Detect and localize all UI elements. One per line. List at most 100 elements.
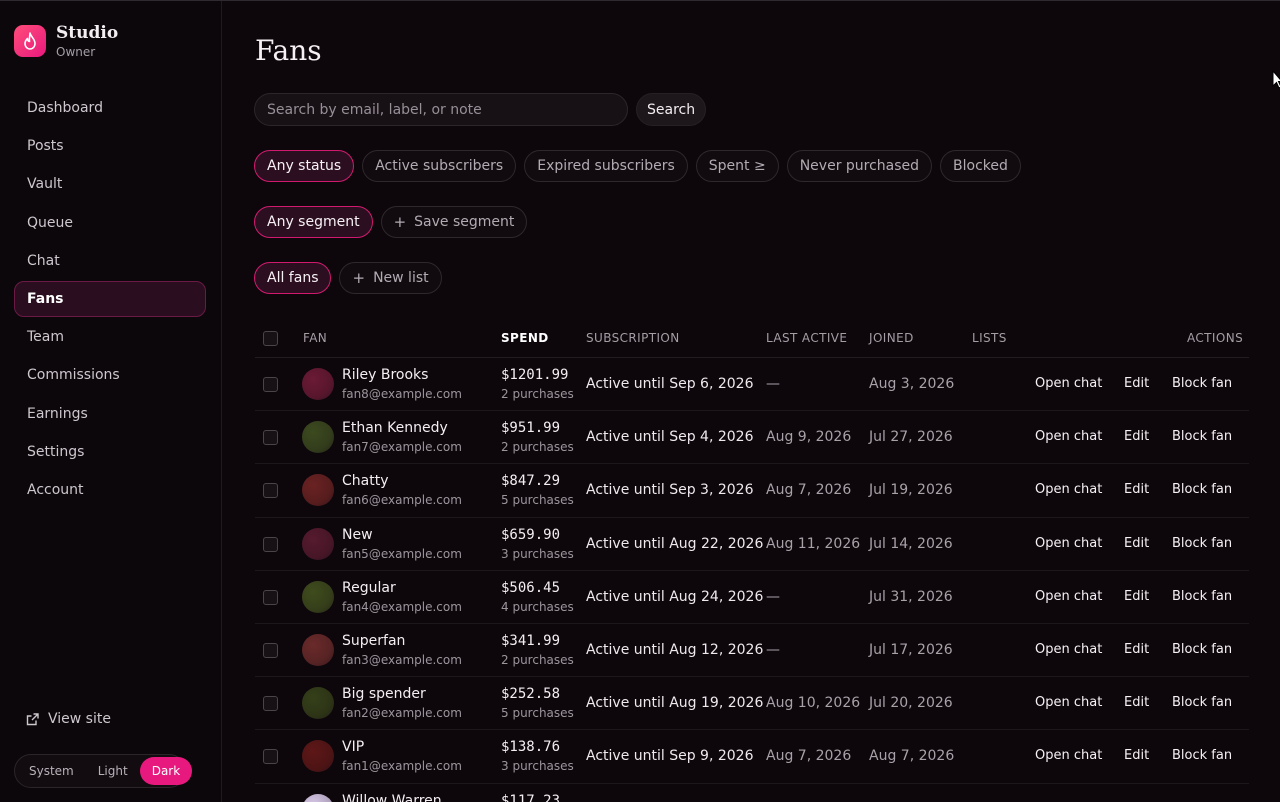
sidebar-item-vault[interactable]: Vault (14, 166, 206, 202)
fan-email: fan3@example.com (342, 652, 462, 667)
edit-button[interactable]: Edit (1124, 376, 1149, 391)
fan-email: fan1@example.com (342, 759, 462, 774)
select-all-checkbox[interactable] (263, 331, 278, 346)
fan-name[interactable]: Riley Brooks (342, 367, 428, 383)
joined-date: Jul 19, 2026 (869, 482, 953, 499)
status-chip-active-subscribers[interactable]: Active subscribers (362, 150, 517, 182)
spend-amount: $117.23 (501, 792, 561, 802)
status-chip-never-purchased[interactable]: Never purchased (786, 150, 933, 182)
table-row: New fan5@example.com $659.90 3 purchases Act… (255, 518, 1249, 571)
block-fan-button[interactable]: Block fan (1172, 429, 1232, 444)
sidebar-item-team[interactable]: Team (14, 319, 206, 355)
sidebar-item-commissions[interactable]: Commissions (14, 357, 206, 393)
theme-option-system[interactable]: System (17, 757, 86, 785)
edit-button[interactable]: Edit (1124, 429, 1149, 444)
row-checkbox[interactable] (263, 642, 278, 658)
last-active: Aug 9, 2026 (766, 429, 852, 446)
fan-name[interactable]: Superfan (342, 633, 405, 649)
fan-name[interactable]: Ethan Kennedy (342, 420, 448, 436)
plus-icon: + (352, 269, 366, 287)
sidebar-item-posts[interactable]: Posts (14, 128, 206, 164)
col-actions: ACTIONS (1187, 331, 1244, 345)
fan-name[interactable]: VIP (342, 739, 364, 755)
status-chip-any-status[interactable]: Any status (254, 150, 355, 182)
spend-amount: $847.29 (501, 473, 561, 490)
fan-name[interactable]: Regular (342, 580, 396, 596)
search-button[interactable]: Search (636, 93, 707, 126)
open-chat-button[interactable]: Open chat (1035, 589, 1102, 604)
segment-chip-any-segment[interactable]: Any segment (254, 206, 373, 238)
purchase-count: 2 purchases (501, 440, 574, 455)
open-chat-button[interactable]: Open chat (1035, 376, 1102, 391)
status-filter-chips: Any status Active subscribers Expired subs… (254, 150, 1029, 182)
row-checkbox[interactable] (263, 589, 278, 605)
open-chat-button[interactable]: Open chat (1035, 429, 1102, 444)
subscription-status: Active until Aug 22, 2026 (586, 535, 764, 552)
purchase-count: 3 purchases (501, 546, 574, 561)
last-active: Aug 11, 2026 (766, 535, 861, 552)
col-last-active[interactable]: LAST ACTIVE (766, 331, 847, 345)
open-chat-button[interactable]: Open chat (1035, 642, 1102, 657)
list-chip-new-list[interactable]: + New list (339, 262, 442, 294)
status-chip-label: Spent ≥ (708, 158, 766, 174)
spend-amount: $138.76 (501, 739, 561, 756)
row-checkbox[interactable] (263, 696, 278, 712)
avatar (302, 740, 334, 773)
open-chat-button[interactable]: Open chat (1035, 482, 1102, 497)
theme-option-light[interactable]: Light (86, 757, 140, 785)
fan-name[interactable]: Chatty (342, 473, 389, 489)
fan-email: fan8@example.com (342, 387, 462, 401)
last-active: — (766, 376, 780, 392)
sidebar: Studio Owner Dashboard Posts Vault Queue Cha… (0, 1, 222, 802)
block-fan-button[interactable]: Block fan (1172, 589, 1232, 604)
open-chat-button[interactable]: Open chat (1035, 695, 1102, 710)
sidebar-item-queue[interactable]: Queue (14, 205, 206, 241)
block-fan-button[interactable]: Block fan (1172, 695, 1232, 710)
col-subscription[interactable]: SUBSCRIPTION (586, 331, 680, 345)
block-fan-button[interactable]: Block fan (1172, 376, 1232, 391)
row-checkbox[interactable] (263, 483, 278, 499)
status-chip-spent[interactable]: Spent ≥ (695, 150, 779, 182)
table-row: Regular fan4@example.com $506.45 4 purchase… (255, 571, 1249, 624)
segment-chip-save-segment[interactable]: + Save segment (380, 206, 528, 238)
edit-button[interactable]: Edit (1124, 482, 1149, 497)
edit-button[interactable]: Edit (1124, 536, 1149, 551)
status-chip-expired-subscribers[interactable]: Expired subscribers (524, 150, 688, 182)
fan-name[interactable]: Willow Warren (342, 793, 442, 802)
list-chip-all-fans[interactable]: All fans (254, 262, 332, 294)
sidebar-item-dashboard[interactable]: Dashboard (14, 90, 206, 126)
fan-name[interactable]: New (342, 527, 373, 543)
block-fan-button[interactable]: Block fan (1172, 642, 1232, 657)
status-chip-blocked[interactable]: Blocked (940, 150, 1021, 182)
row-checkbox[interactable] (263, 430, 278, 446)
avatar (302, 633, 334, 666)
edit-button[interactable]: Edit (1124, 748, 1149, 763)
edit-button[interactable]: Edit (1124, 642, 1149, 657)
sidebar-item-chat[interactable]: Chat (14, 243, 206, 279)
block-fan-button[interactable]: Block fan (1172, 536, 1232, 551)
sidebar-item-account[interactable]: Account (14, 472, 206, 508)
open-chat-button[interactable]: Open chat (1035, 536, 1102, 551)
purchase-count: 4 purchases (501, 599, 574, 614)
col-joined[interactable]: JOINED (869, 331, 914, 345)
table-header: FAN SPEND SUBSCRIPTION LAST ACTIVE JOINE… (255, 320, 1249, 358)
row-checkbox[interactable] (263, 536, 278, 552)
open-chat-button[interactable]: Open chat (1035, 748, 1102, 763)
sidebar-item-settings[interactable]: Settings (14, 434, 206, 470)
subscription-status: Active until Sep 4, 2026 (586, 429, 754, 446)
edit-button[interactable]: Edit (1124, 695, 1149, 710)
fan-name[interactable]: Big spender (342, 686, 426, 702)
sidebar-item-earnings[interactable]: Earnings (14, 396, 206, 432)
block-fan-button[interactable]: Block fan (1172, 482, 1232, 497)
search-input[interactable] (254, 93, 628, 126)
subscription-status: Active until Aug 12, 2026 (586, 641, 764, 658)
block-fan-button[interactable]: Block fan (1172, 748, 1232, 763)
edit-button[interactable]: Edit (1124, 589, 1149, 604)
row-checkbox[interactable] (263, 377, 278, 392)
view-site-link[interactable]: View site (25, 711, 111, 727)
row-checkbox[interactable] (263, 749, 278, 765)
theme-option-dark[interactable]: Dark (139, 757, 193, 785)
col-spend[interactable]: SPEND (501, 331, 549, 345)
sidebar-item-fans[interactable]: Fans (14, 280, 206, 317)
col-fan[interactable]: FAN (303, 331, 327, 345)
